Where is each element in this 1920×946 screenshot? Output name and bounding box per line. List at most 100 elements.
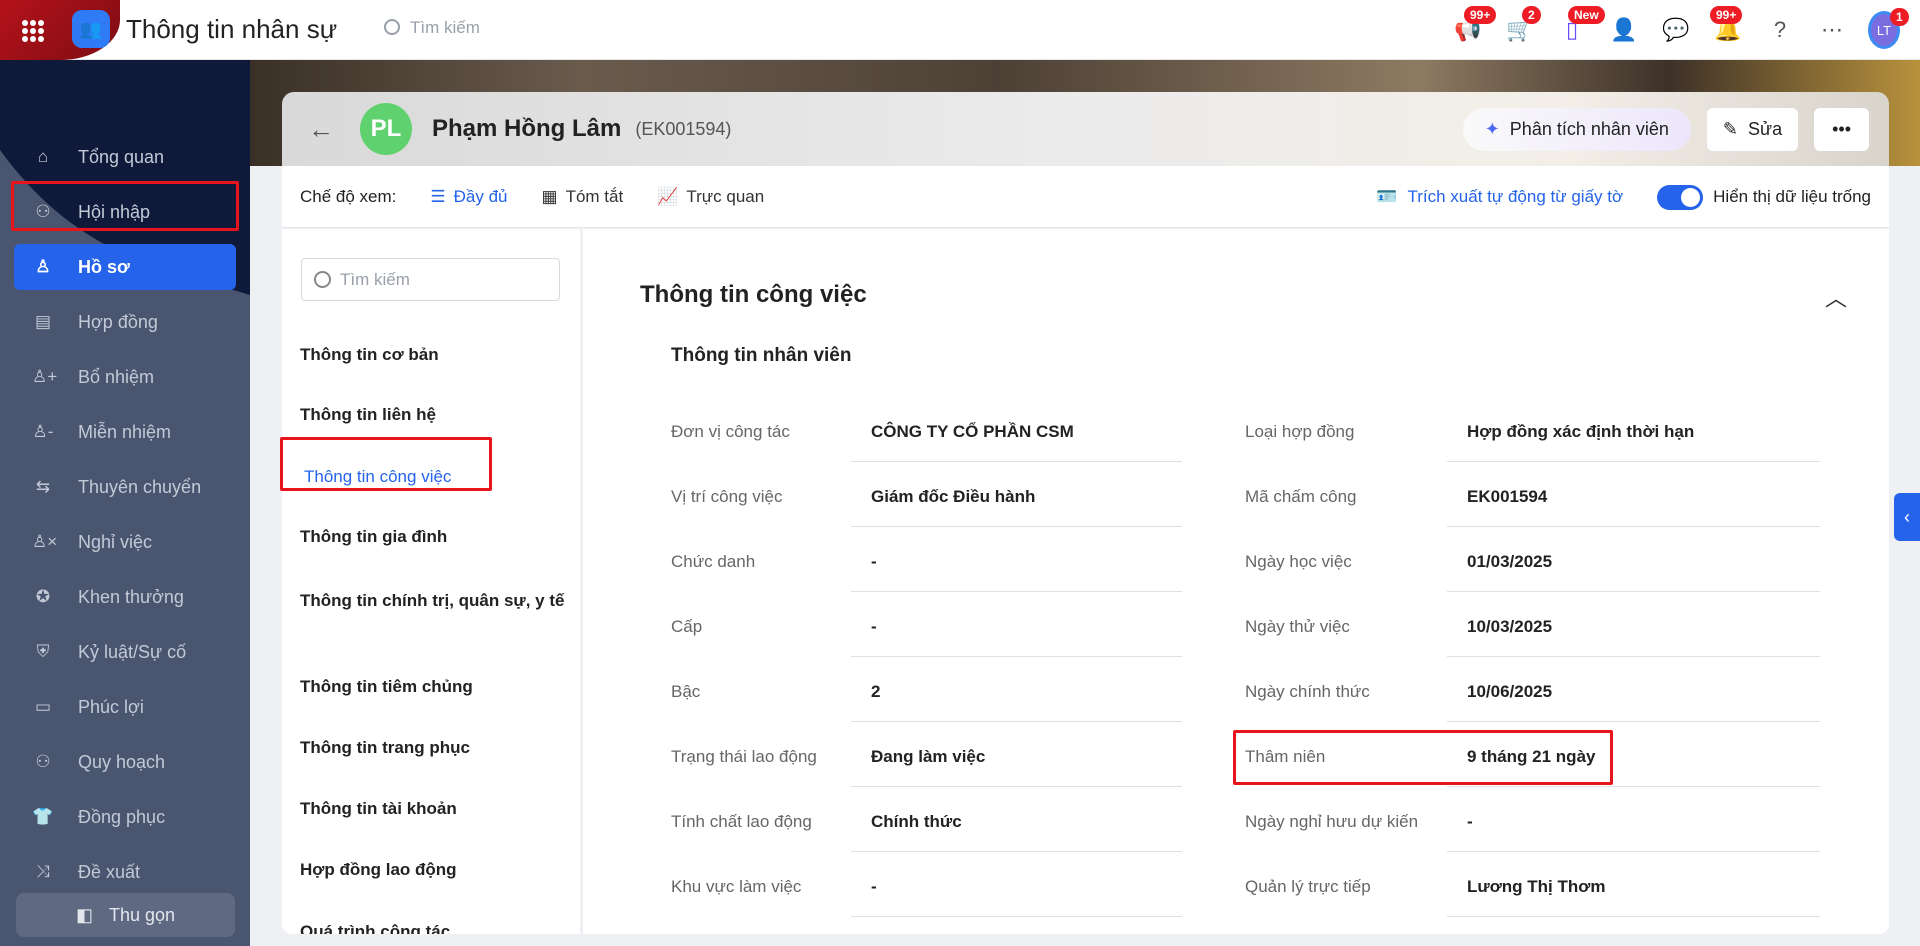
field-value: 01/03/2025: [1467, 552, 1553, 571]
mobile-app-icon[interactable]: ▯ New: [1556, 6, 1605, 46]
sidebar-item[interactable]: ♙+ Bổ nhiệm: [14, 354, 236, 400]
field-label: Ngày nghỉ hưu dự kiến: [1245, 812, 1419, 831]
search-icon: [314, 271, 331, 288]
section-nav-item[interactable]: Thông tin tài khoản: [300, 797, 570, 821]
section-title: Thông tin công việc: [640, 281, 867, 308]
field-label: Ngày học việc: [1245, 552, 1352, 571]
apps-grid-icon[interactable]: [22, 20, 44, 42]
sidebar-item[interactable]: 👕 Đồng phục: [14, 794, 236, 840]
user-avatar[interactable]: LT 1: [1868, 8, 1909, 49]
sidebar-item-label: Kỷ luật/Sự cố: [78, 641, 187, 662]
chevron-up-icon[interactable]: ︿: [1825, 281, 1847, 313]
more-options-button[interactable]: •••: [1814, 108, 1869, 151]
more-apps-icon[interactable]: ⋯: [1816, 14, 1848, 46]
section-nav-item[interactable]: Thông tin gia đình: [300, 525, 570, 549]
sidebar-icon: ♙-: [32, 422, 54, 441]
edit-button[interactable]: ✎ Sửa: [1706, 108, 1799, 151]
megaphone-icon[interactable]: 📢 99+: [1452, 6, 1497, 46]
field-underline: [851, 851, 1182, 852]
sidebar-item[interactable]: ⚇ Quy hoạch: [14, 739, 236, 785]
mode-visual[interactable]: 📈 Trực quan: [657, 187, 764, 207]
analyze-employee-button[interactable]: ✦ Phân tích nhân viên: [1462, 108, 1691, 151]
mode-label: Tóm tắt: [565, 186, 624, 206]
field-value: -: [871, 552, 877, 571]
collapse-icon: ◧: [75, 904, 93, 925]
field-value: EK001594: [1467, 487, 1548, 506]
view-mode-label: Chế độ xem:: [300, 186, 397, 206]
view-toolbar: Chế độ xem: ☰ Đầy đủ ▦ Tóm tắt 📈 Trực quan …: [282, 166, 1889, 228]
field-underline: [851, 461, 1182, 462]
section-nav-item[interactable]: Thông tin cơ bản: [300, 343, 570, 367]
id-card-icon: 🪪: [1376, 187, 1398, 206]
grid-icon: ▦: [541, 186, 558, 206]
field-label: Quản lý trực tiếp: [1245, 877, 1371, 896]
bell-icon[interactable]: 🔔 99+: [1710, 6, 1744, 46]
sidebar-item[interactable]: ⚇ Hội nhập: [14, 189, 236, 235]
field-value: Lương Thị Thơm: [1467, 877, 1606, 896]
sidebar-item[interactable]: ⌂ Tổng quan: [14, 134, 236, 180]
sidebar-item-label: Đồng phục: [78, 806, 166, 827]
right-rail: [1889, 166, 1920, 946]
sidebar-item[interactable]: ⇆ Thuyên chuyển: [14, 464, 236, 510]
field-row: Tính chất lao động Chính thức: [671, 812, 1182, 852]
section-nav-item[interactable]: Thông tin liên hệ: [300, 403, 570, 427]
app-title: Thông tin nhân sự: [126, 14, 338, 44]
top-bar: 👥 Thông tin nhân sự Tìm kiếm 📢 99+ 🛒 2 ▯ Ne…: [0, 0, 1920, 60]
sidebar-item[interactable]: ⛨ Kỷ luật/Sự cố: [14, 629, 236, 675]
sidebar: ⌂ Tổng quan ⚇ Hội nhập ♙ Hồ sơ ▤ Hợp đồng ♙+ Bổ n…: [0, 60, 250, 946]
app-logo-people-icon[interactable]: 👥: [72, 10, 110, 48]
analyze-label: Phân tích nhân viên: [1509, 119, 1669, 139]
mode-summary[interactable]: ▦ Tóm tắt: [542, 187, 624, 207]
section-nav-item[interactable]: Thông tin tiêm chủng: [300, 675, 570, 699]
field-row: Vị trí công việc Giám đốc Điều hành: [671, 487, 1182, 527]
sidebar-item[interactable]: ▭ Phúc lợi: [14, 684, 236, 730]
sidebar-item[interactable]: ✪ Khen thưởng: [14, 574, 236, 620]
section-nav-item[interactable]: Quá trình công tác: [300, 920, 570, 934]
cart-icon[interactable]: 🛒 2: [1504, 6, 1541, 46]
add-user-icon[interactable]: 👤: [1608, 14, 1640, 46]
field-label: Đơn vị công tác: [671, 422, 790, 441]
section-nav-item[interactable]: Thông tin chính trị, quân sự, y tế: [300, 589, 570, 613]
field-value: Chính thức: [871, 812, 962, 831]
expand-panel-chevron-icon[interactable]: ‹: [1894, 493, 1920, 541]
field-value: CÔNG TY CỔ PHẦN CSM: [871, 422, 1074, 441]
extract-from-documents-button[interactable]: 🪪 Trích xuất tự động từ giấy tờ: [1376, 187, 1623, 207]
field-row: Bậc 2: [671, 682, 1182, 722]
sidebar-item[interactable]: ♙ Hồ sơ: [14, 244, 236, 290]
announcements-badge: 99+: [1464, 6, 1497, 24]
help-icon[interactable]: ?: [1764, 14, 1796, 46]
chat-icon[interactable]: 💬: [1660, 14, 1692, 46]
section-search-input[interactable]: Tìm kiếm: [301, 258, 560, 301]
sidebar-item[interactable]: ⤨ Đề xuất: [14, 849, 236, 895]
mode-label: Đầy đủ: [453, 186, 508, 206]
global-search[interactable]: Tìm kiếm: [384, 18, 480, 38]
section-nav: Tìm kiếm Thông tin cơ bản Thông tin liên …: [282, 229, 580, 934]
field-value: Giám đốc Điều hành: [871, 487, 1036, 506]
field-value: 10/03/2025: [1467, 617, 1553, 636]
section-nav-item[interactable]: Thông tin công việc: [304, 465, 574, 489]
field-row: Ngày chính thức 10/06/2025: [1245, 682, 1820, 722]
field-underline: [851, 591, 1182, 592]
toggle-switch[interactable]: [1657, 184, 1704, 210]
extract-label: Trích xuất tự động từ giấy tờ: [1407, 187, 1624, 206]
field-row: Thâm niên 9 tháng 21 ngày: [1245, 747, 1820, 787]
sidebar-item-label: Khen thưởng: [78, 586, 184, 607]
show-empty-toggle[interactable]: Hiển thị dữ liệu trống: [1657, 184, 1871, 210]
sidebar-icon: ⌂: [37, 147, 49, 166]
section-nav-item[interactable]: Thông tin trang phục: [300, 736, 570, 760]
sidebar-icon: ▭: [34, 697, 52, 716]
mode-full[interactable]: ☰ Đầy đủ: [430, 187, 507, 207]
field-underline: [1447, 851, 1820, 852]
collapse-sidebar-button[interactable]: ◧ Thu gọn: [16, 893, 235, 937]
sidebar-item-label: Hội nhập: [78, 201, 151, 222]
field-label: Khu vực làm việc: [671, 877, 802, 896]
subsection-title: Thông tin nhân viên: [671, 345, 852, 366]
back-arrow-icon[interactable]: ←: [308, 114, 338, 145]
sidebar-item[interactable]: ♙- Miễn nhiệm: [14, 409, 236, 455]
collapse-label: Thu gọn: [108, 904, 176, 925]
field-label: Trạng thái lao động: [671, 747, 817, 766]
field-underline: [851, 656, 1182, 657]
sidebar-item[interactable]: ▤ Hợp đồng: [14, 299, 236, 345]
sidebar-item[interactable]: ♙× Nghỉ việc: [14, 519, 236, 565]
section-nav-item[interactable]: Hợp đồng lao động: [300, 858, 570, 882]
